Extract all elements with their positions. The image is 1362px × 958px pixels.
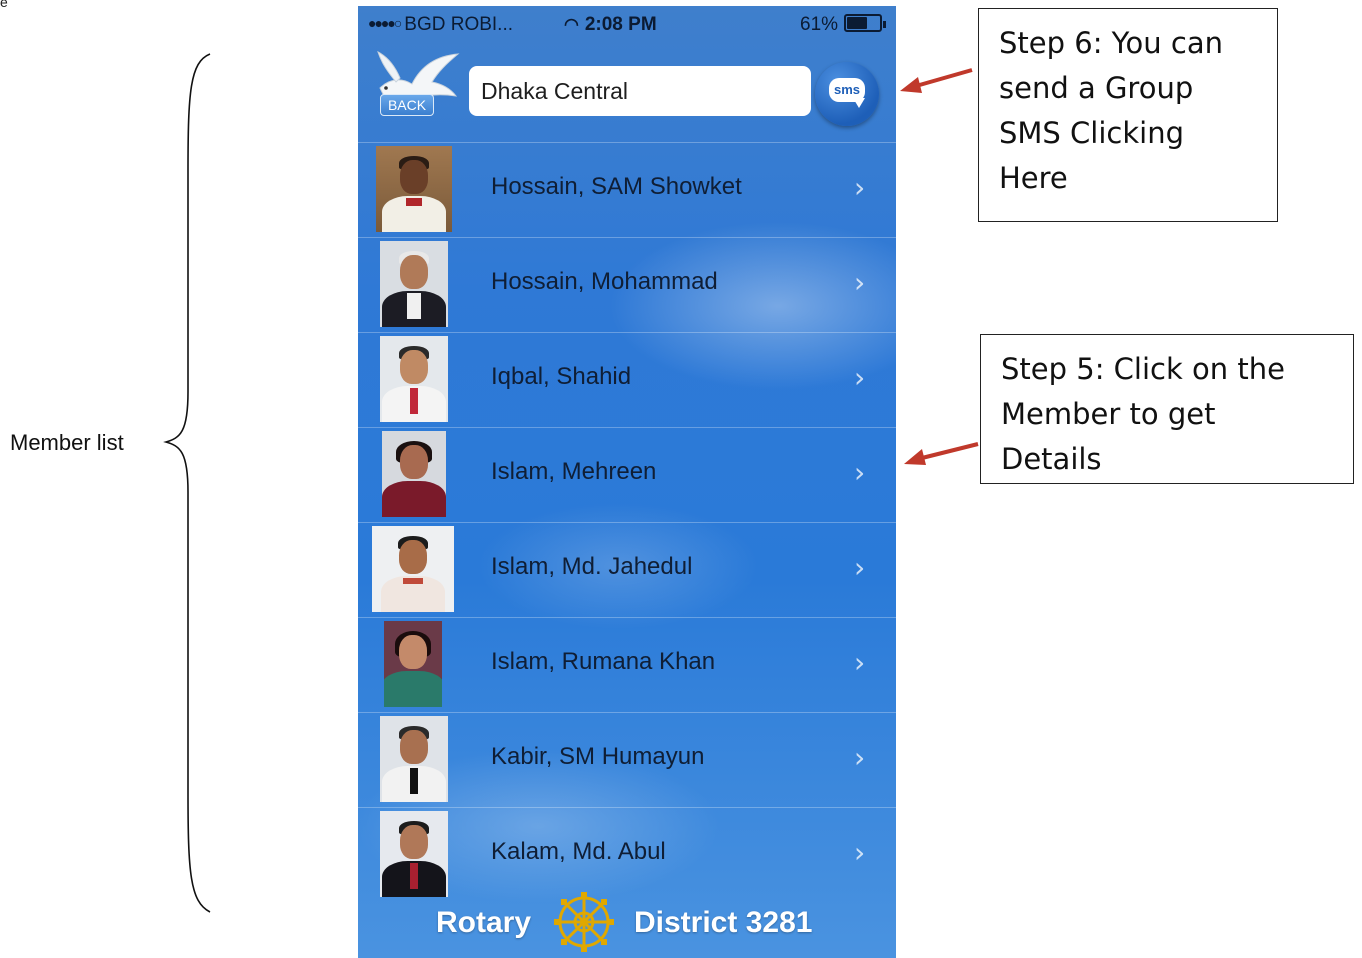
member-name: Islam, Md. Jahedul <box>491 553 693 580</box>
rotary-wheel-icon <box>554 892 614 952</box>
member-row[interactable]: Islam, Rumana Khan › <box>358 617 896 712</box>
member-row[interactable]: Hossain, SAM Showket › <box>358 142 896 237</box>
group-sms-button[interactable]: sms <box>815 62 879 126</box>
member-photo <box>382 431 446 517</box>
member-name: Islam, Mehreen <box>491 458 657 485</box>
member-row[interactable]: Kabir, SM Humayun › <box>358 712 896 807</box>
chevron-right-icon: › <box>854 741 866 774</box>
member-photo <box>380 811 448 897</box>
member-row[interactable]: Hossain, Mohammad › <box>358 237 896 332</box>
member-photo <box>380 336 448 422</box>
member-photo <box>380 241 448 327</box>
chevron-right-icon: › <box>854 836 866 869</box>
callout-line: Step 5: Click on the <box>1001 352 1285 386</box>
arrow-to-member-icon <box>904 442 979 465</box>
battery-icon <box>844 14 883 32</box>
chevron-right-icon: › <box>854 361 866 394</box>
chevron-right-icon: › <box>854 456 866 489</box>
battery: 61% <box>800 14 887 36</box>
carrier-name: BGD ROBI... <box>404 14 514 35</box>
time-text: 2:08 PM <box>584 14 657 35</box>
member-name: Islam, Rumana Khan <box>491 648 716 675</box>
phone-screen: ●●●●○BGD ROBI... ◠ 2:08 PM 61% BACK sms <box>358 6 896 958</box>
member-name: Kalam, Md. Abul <box>491 838 666 865</box>
chevron-right-icon: › <box>854 266 866 299</box>
member-photo <box>376 146 452 232</box>
callout-line: Member to get <box>1001 397 1216 431</box>
callout-line: Step 6: You can <box>999 26 1223 60</box>
member-list-brace <box>163 53 211 913</box>
footer-rotary: Rotary <box>436 906 532 939</box>
member-photo <box>384 621 442 707</box>
corner-mark: e <box>0 0 8 10</box>
member-name: Hossain, SAM Showket <box>491 173 742 200</box>
member-photo <box>380 716 448 802</box>
callout-step-5: Step 5: Click on the Member to get Detai… <box>980 334 1354 484</box>
callout-step-6: Step 6: You can send a Group SMS Clickin… <box>978 8 1278 222</box>
back-label: BACK <box>380 94 434 116</box>
chevron-right-icon: › <box>854 171 866 204</box>
footer-district: District 3281 <box>634 906 813 939</box>
member-name: Kabir, SM Humayun <box>491 743 705 770</box>
member-name: Hossain, Mohammad <box>491 268 718 295</box>
member-row[interactable]: Islam, Md. Jahedul › <box>358 522 896 617</box>
club-name-field[interactable] <box>469 66 811 116</box>
carrier: ●●●●○ BGD ROBI... <box>368 14 513 36</box>
member-row[interactable]: Iqbal, Shahid › <box>358 332 896 427</box>
member-row[interactable]: Islam, Mehreen › <box>358 427 896 522</box>
battery-percent: 61% <box>800 14 839 35</box>
member-photo <box>372 526 454 612</box>
footer-banner: Rotary District 3281 <box>358 886 896 958</box>
chevron-right-icon: › <box>854 551 866 584</box>
status-bar: ●●●●○ BGD ROBI... ◠ 2:08 PM 61% <box>358 6 896 44</box>
member-list: Hossain, SAM Showket › Hossain, Mohammad… <box>358 142 896 902</box>
arrow-to-sms-icon <box>900 68 973 93</box>
member-list-label: Member list <box>10 430 124 455</box>
signal-strength-icon: ●●●●○ <box>368 15 402 31</box>
callout-line: send a Group <box>999 71 1194 105</box>
back-button[interactable]: BACK <box>372 48 464 124</box>
clock: ◠ 2:08 PM <box>564 14 657 36</box>
callout-line: SMS Clicking <box>999 116 1185 150</box>
callout-line: Details <box>1001 442 1102 476</box>
wifi-icon: ◠ <box>564 15 579 34</box>
chevron-right-icon: › <box>854 646 866 679</box>
member-name: Iqbal, Shahid <box>491 363 632 390</box>
callout-line: Here <box>999 161 1068 195</box>
